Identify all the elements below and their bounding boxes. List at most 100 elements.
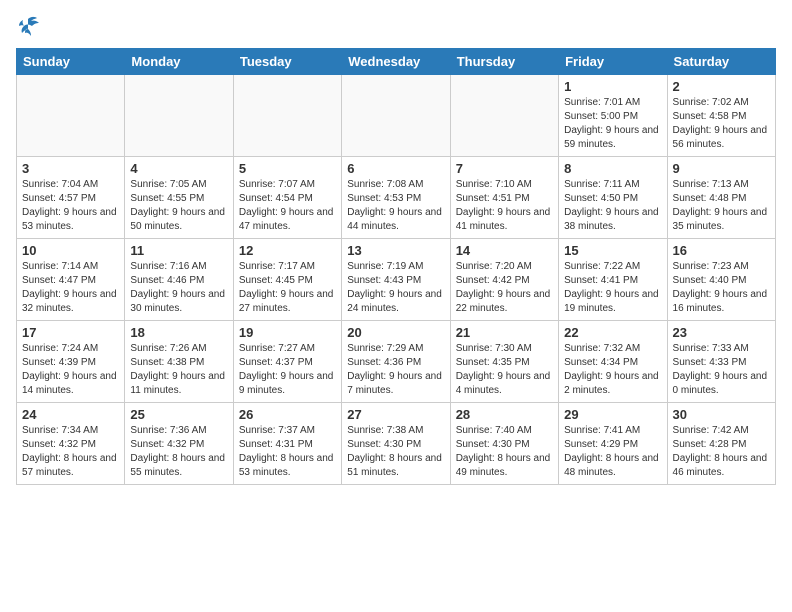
page-container: SundayMondayTuesdayWednesdayThursdayFrid… bbox=[0, 0, 792, 495]
header bbox=[16, 16, 776, 36]
day-number: 17 bbox=[22, 325, 119, 340]
day-number: 12 bbox=[239, 243, 336, 258]
calendar-day-cell: 28 Sunrise: 7:40 AM Sunset: 4:30 PM Dayli… bbox=[450, 403, 558, 485]
day-number: 7 bbox=[456, 161, 553, 176]
day-number: 1 bbox=[564, 79, 661, 94]
calendar-day-cell: 19 Sunrise: 7:27 AM Sunset: 4:37 PM Dayli… bbox=[233, 321, 341, 403]
calendar-week-row: 1 Sunrise: 7:01 AM Sunset: 5:00 PM Daylig… bbox=[17, 75, 776, 157]
calendar-week-row: 17 Sunrise: 7:24 AM Sunset: 4:39 PM Dayli… bbox=[17, 321, 776, 403]
day-number: 19 bbox=[239, 325, 336, 340]
day-info: Sunrise: 7:34 AM Sunset: 4:32 PM Dayligh… bbox=[22, 424, 119, 480]
calendar-day-cell: 9 Sunrise: 7:13 AM Sunset: 4:48 PM Daylig… bbox=[667, 157, 775, 239]
day-number: 5 bbox=[239, 161, 336, 176]
day-info: Sunrise: 7:13 AM Sunset: 4:48 PM Dayligh… bbox=[673, 178, 770, 234]
day-number: 25 bbox=[130, 407, 227, 422]
calendar-day-cell: 12 Sunrise: 7:17 AM Sunset: 4:45 PM Dayli… bbox=[233, 239, 341, 321]
day-number: 3 bbox=[22, 161, 119, 176]
day-info: Sunrise: 7:37 AM Sunset: 4:31 PM Dayligh… bbox=[239, 424, 336, 480]
weekday-header: Tuesday bbox=[233, 49, 341, 75]
day-info: Sunrise: 7:42 AM Sunset: 4:28 PM Dayligh… bbox=[673, 424, 770, 480]
day-number: 30 bbox=[673, 407, 770, 422]
day-info: Sunrise: 7:19 AM Sunset: 4:43 PM Dayligh… bbox=[347, 260, 444, 316]
day-number: 13 bbox=[347, 243, 444, 258]
day-number: 20 bbox=[347, 325, 444, 340]
calendar-day-cell: 15 Sunrise: 7:22 AM Sunset: 4:41 PM Dayli… bbox=[559, 239, 667, 321]
day-info: Sunrise: 7:29 AM Sunset: 4:36 PM Dayligh… bbox=[347, 342, 444, 398]
calendar-day-cell: 4 Sunrise: 7:05 AM Sunset: 4:55 PM Daylig… bbox=[125, 157, 233, 239]
day-info: Sunrise: 7:41 AM Sunset: 4:29 PM Dayligh… bbox=[564, 424, 661, 480]
calendar-day-cell: 29Sunrise: 7:41 AM Sunset: 4:29 PM Dayli… bbox=[559, 403, 667, 485]
calendar-day-cell: 11Sunrise: 7:16 AM Sunset: 4:46 PM Dayli… bbox=[125, 239, 233, 321]
day-number: 2 bbox=[673, 79, 770, 94]
calendar-day-cell: 5Sunrise: 7:07 AM Sunset: 4:54 PM Daylig… bbox=[233, 157, 341, 239]
weekday-header: Sunday bbox=[17, 49, 125, 75]
calendar-header-row: SundayMondayTuesdayWednesdayThursdayFrid… bbox=[17, 49, 776, 75]
calendar-day-cell bbox=[450, 75, 558, 157]
calendar-day-cell: 30 Sunrise: 7:42 AM Sunset: 4:28 PM Dayli… bbox=[667, 403, 775, 485]
day-info: Sunrise: 7:01 AM Sunset: 5:00 PM Dayligh… bbox=[564, 96, 661, 152]
day-info: Sunrise: 7:38 AM Sunset: 4:30 PM Dayligh… bbox=[347, 424, 444, 480]
day-number: 28 bbox=[456, 407, 553, 422]
logo-text bbox=[16, 16, 37, 36]
day-info: Sunrise: 7:20 AM Sunset: 4:42 PM Dayligh… bbox=[456, 260, 553, 316]
calendar-week-row: 3 Sunrise: 7:04 AM Sunset: 4:57 PM Daylig… bbox=[17, 157, 776, 239]
day-info: Sunrise: 7:32 AM Sunset: 4:34 PM Dayligh… bbox=[564, 342, 661, 398]
calendar-day-cell bbox=[342, 75, 450, 157]
calendar-week-row: 10 Sunrise: 7:14 AM Sunset: 4:47 PM Dayli… bbox=[17, 239, 776, 321]
calendar-week-row: 24 Sunrise: 7:34 AM Sunset: 4:32 PM Dayli… bbox=[17, 403, 776, 485]
calendar-day-cell: 7 Sunrise: 7:10 AM Sunset: 4:51 PM Daylig… bbox=[450, 157, 558, 239]
calendar-day-cell: 25 Sunrise: 7:36 AM Sunset: 4:32 PM Dayli… bbox=[125, 403, 233, 485]
calendar-day-cell: 22 Sunrise: 7:32 AM Sunset: 4:34 PM Dayli… bbox=[559, 321, 667, 403]
day-number: 9 bbox=[673, 161, 770, 176]
calendar-day-cell bbox=[125, 75, 233, 157]
weekday-header: Monday bbox=[125, 49, 233, 75]
calendar-day-cell: 10 Sunrise: 7:14 AM Sunset: 4:47 PM Dayli… bbox=[17, 239, 125, 321]
day-info: Sunrise: 7:11 AM Sunset: 4:50 PM Dayligh… bbox=[564, 178, 661, 234]
day-number: 26 bbox=[239, 407, 336, 422]
calendar-day-cell: 1 Sunrise: 7:01 AM Sunset: 5:00 PM Daylig… bbox=[559, 75, 667, 157]
day-info: Sunrise: 7:24 AM Sunset: 4:39 PM Dayligh… bbox=[22, 342, 119, 398]
calendar-day-cell: 24 Sunrise: 7:34 AM Sunset: 4:32 PM Dayli… bbox=[17, 403, 125, 485]
day-number: 14 bbox=[456, 243, 553, 258]
day-info: Sunrise: 7:14 AM Sunset: 4:47 PM Dayligh… bbox=[22, 260, 119, 316]
logo bbox=[16, 16, 37, 36]
calendar-day-cell: 18Sunrise: 7:26 AM Sunset: 4:38 PM Dayli… bbox=[125, 321, 233, 403]
calendar-day-cell: 8 Sunrise: 7:11 AM Sunset: 4:50 PM Daylig… bbox=[559, 157, 667, 239]
day-number: 15 bbox=[564, 243, 661, 258]
day-info: Sunrise: 7:36 AM Sunset: 4:32 PM Dayligh… bbox=[130, 424, 227, 480]
calendar-day-cell: 16 Sunrise: 7:23 AM Sunset: 4:40 PM Dayli… bbox=[667, 239, 775, 321]
day-info: Sunrise: 7:23 AM Sunset: 4:40 PM Dayligh… bbox=[673, 260, 770, 316]
day-info: Sunrise: 7:22 AM Sunset: 4:41 PM Dayligh… bbox=[564, 260, 661, 316]
day-info: Sunrise: 7:17 AM Sunset: 4:45 PM Dayligh… bbox=[239, 260, 336, 316]
calendar-day-cell: 6Sunrise: 7:08 AM Sunset: 4:53 PM Daylig… bbox=[342, 157, 450, 239]
day-info: Sunrise: 7:40 AM Sunset: 4:30 PM Dayligh… bbox=[456, 424, 553, 480]
day-info: Sunrise: 7:33 AM Sunset: 4:33 PM Dayligh… bbox=[673, 342, 770, 398]
day-number: 8 bbox=[564, 161, 661, 176]
calendar-day-cell: 13 Sunrise: 7:19 AM Sunset: 4:43 PM Dayli… bbox=[342, 239, 450, 321]
calendar-day-cell: 17 Sunrise: 7:24 AM Sunset: 4:39 PM Dayli… bbox=[17, 321, 125, 403]
calendar-day-cell bbox=[233, 75, 341, 157]
weekday-header: Friday bbox=[559, 49, 667, 75]
day-number: 27 bbox=[347, 407, 444, 422]
day-info: Sunrise: 7:26 AM Sunset: 4:38 PM Dayligh… bbox=[130, 342, 227, 398]
calendar-day-cell: 21 Sunrise: 7:30 AM Sunset: 4:35 PM Dayli… bbox=[450, 321, 558, 403]
day-number: 6 bbox=[347, 161, 444, 176]
weekday-header: Thursday bbox=[450, 49, 558, 75]
day-number: 16 bbox=[673, 243, 770, 258]
day-info: Sunrise: 7:05 AM Sunset: 4:55 PM Dayligh… bbox=[130, 178, 227, 234]
day-number: 21 bbox=[456, 325, 553, 340]
day-info: Sunrise: 7:10 AM Sunset: 4:51 PM Dayligh… bbox=[456, 178, 553, 234]
day-info: Sunrise: 7:30 AM Sunset: 4:35 PM Dayligh… bbox=[456, 342, 553, 398]
calendar-day-cell: 23 Sunrise: 7:33 AM Sunset: 4:33 PM Dayli… bbox=[667, 321, 775, 403]
calendar-day-cell: 3 Sunrise: 7:04 AM Sunset: 4:57 PM Daylig… bbox=[17, 157, 125, 239]
day-number: 24 bbox=[22, 407, 119, 422]
calendar-day-cell: 14 Sunrise: 7:20 AM Sunset: 4:42 PM Dayli… bbox=[450, 239, 558, 321]
day-number: 23 bbox=[673, 325, 770, 340]
weekday-header: Saturday bbox=[667, 49, 775, 75]
day-number: 4 bbox=[130, 161, 227, 176]
calendar-day-cell: 27 Sunrise: 7:38 AM Sunset: 4:30 PM Dayli… bbox=[342, 403, 450, 485]
day-number: 10 bbox=[22, 243, 119, 258]
day-info: Sunrise: 7:04 AM Sunset: 4:57 PM Dayligh… bbox=[22, 178, 119, 234]
day-info: Sunrise: 7:27 AM Sunset: 4:37 PM Dayligh… bbox=[239, 342, 336, 398]
day-number: 22 bbox=[564, 325, 661, 340]
